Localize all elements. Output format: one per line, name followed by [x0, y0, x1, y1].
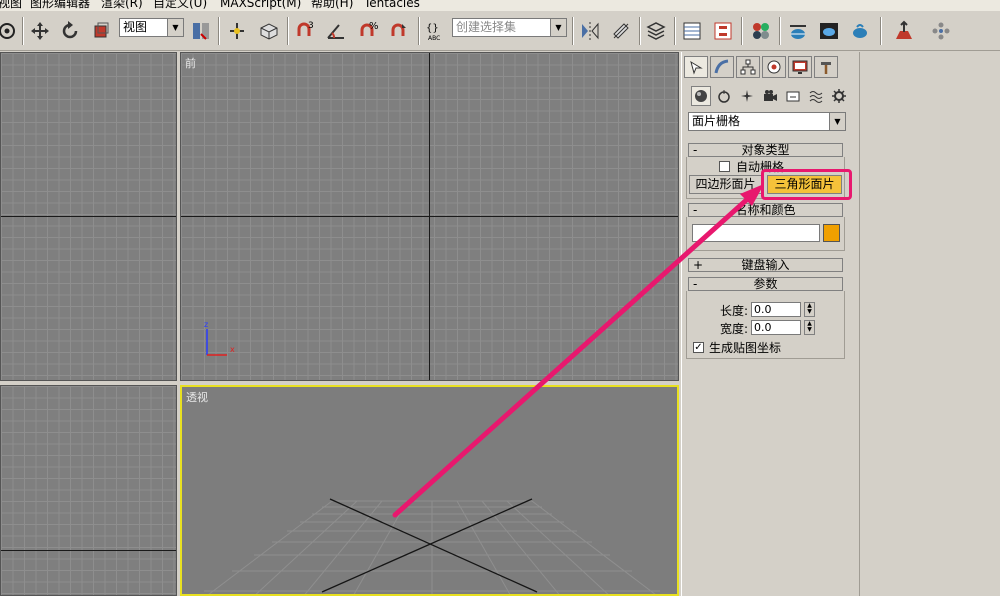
chevron-down-icon: ▼: [829, 113, 845, 130]
svg-text:x: x: [230, 345, 235, 354]
gen-mapping-checkbox[interactable]: ✓: [693, 342, 704, 353]
create-arrow-icon: [690, 60, 703, 75]
svg-text:z: z: [204, 320, 208, 329]
pivot-center-icon[interactable]: [188, 17, 214, 45]
shapes-category[interactable]: [714, 86, 734, 106]
rotate-icon[interactable]: [57, 17, 83, 45]
space-warps-category[interactable]: [806, 86, 826, 106]
menu-view[interactable]: 视图: [0, 0, 22, 10]
menu-maxscript[interactable]: MAXScript(M): [220, 0, 301, 10]
keyboard-entry-rollout-header[interactable]: + 键盘输入: [688, 258, 843, 272]
shapes-icon: [718, 90, 730, 103]
tab-motion[interactable]: [762, 56, 786, 78]
rendered-frame-window-icon[interactable]: [816, 17, 842, 45]
scale-icon[interactable]: [88, 17, 114, 45]
menu-graph-editors[interactable]: 图形编辑器: [30, 0, 90, 10]
length-spinner-field[interactable]: 0.0: [751, 302, 801, 317]
motion-icon: [767, 60, 781, 74]
material-editor-icon[interactable]: [748, 17, 774, 45]
width-spinner-arrows[interactable]: ▲ ▼: [804, 320, 815, 335]
viewport-perspective[interactable]: 透视: [180, 385, 679, 596]
category-dropdown[interactable]: 面片栅格 ▼: [688, 112, 846, 131]
angle-snap-icon[interactable]: [323, 17, 349, 45]
spinner-snap-icon[interactable]: [386, 17, 412, 45]
length-label: 长度:: [720, 304, 749, 318]
camera-icon: [764, 90, 777, 101]
helpers-category[interactable]: [783, 86, 803, 106]
lights-category[interactable]: [737, 86, 757, 106]
width-spinner-field[interactable]: 0.0: [751, 320, 801, 335]
tab-modify[interactable]: [710, 56, 734, 78]
edit-named-selection-icon[interactable]: {} ABC: [422, 17, 448, 45]
helper-icon: [786, 91, 800, 102]
tab-create[interactable]: [684, 56, 708, 78]
object-name-input[interactable]: [692, 224, 820, 242]
viewport-front-label[interactable]: 前: [185, 55, 196, 71]
gear-icon: [832, 89, 846, 103]
perspective-grid: [204, 498, 660, 594]
viewport-left[interactable]: [0, 385, 177, 596]
viewport-front[interactable]: 前 z x: [180, 52, 679, 381]
select-object-icon[interactable]: [0, 17, 20, 45]
systems-category[interactable]: [829, 86, 849, 106]
geometry-category[interactable]: [691, 86, 711, 106]
particle-view-icon[interactable]: [928, 17, 954, 45]
reference-coord-dropdown[interactable]: 视图 ▼: [119, 18, 184, 37]
chevron-down-icon: ▼: [167, 19, 183, 36]
chevron-down-icon: ▼: [550, 19, 566, 36]
width-label: 宽度:: [720, 322, 749, 336]
light-icon: [741, 90, 753, 102]
snap-toggle-icon[interactable]: 3: [292, 17, 318, 45]
svg-text:ABC: ABC: [428, 35, 440, 42]
tab-utilities[interactable]: [814, 56, 838, 78]
schematic-view-icon[interactable]: [710, 17, 736, 45]
menu-tentacles[interactable]: Tentacles: [364, 0, 420, 10]
layer-manager-icon[interactable]: [643, 17, 669, 45]
svg-text:3: 3: [308, 21, 314, 31]
quad-patch-button[interactable]: 四边形面片: [689, 175, 762, 194]
manipulate-icon[interactable]: [224, 17, 250, 45]
axis-tripod: z x: [204, 320, 235, 356]
curve-editor-icon[interactable]: [679, 17, 705, 45]
svg-text:%: %: [369, 21, 379, 32]
object-color-swatch[interactable]: [823, 224, 840, 242]
render-production-icon[interactable]: [847, 17, 873, 45]
menu-customize[interactable]: 自定义(U): [153, 0, 207, 10]
auto-grid-checkbox[interactable]: [719, 161, 730, 172]
render-setup-icon[interactable]: [785, 17, 811, 45]
highlight-box: [761, 169, 852, 200]
space-warp-icon: [809, 91, 823, 103]
mirror-icon[interactable]: [577, 17, 603, 45]
viewport-top[interactable]: [0, 52, 177, 381]
percent-snap-icon[interactable]: %: [355, 17, 381, 45]
tab-display[interactable]: [788, 56, 812, 78]
right-empty-pane: [859, 52, 1000, 596]
align-icon[interactable]: [608, 17, 634, 45]
tab-hierarchy[interactable]: [736, 56, 760, 78]
name-color-rollout-header[interactable]: - 名称和颜色: [688, 203, 843, 217]
open-explorer-icon[interactable]: [891, 17, 917, 45]
cameras-category[interactable]: [760, 86, 780, 106]
modify-arc-icon: [714, 59, 729, 74]
display-monitor-icon: [792, 60, 808, 74]
length-spinner-arrows[interactable]: ▲ ▼: [804, 302, 815, 317]
keyboard-shortcut-icon[interactable]: [256, 17, 282, 45]
menu-bar: 视图 图形编辑器 渲染(R) 自定义(U) MAXScript(M) 帮助(H)…: [0, 0, 1000, 11]
hierarchy-icon: [740, 59, 756, 75]
menu-rendering[interactable]: 渲染(R): [101, 0, 143, 10]
menu-help[interactable]: 帮助(H): [311, 0, 353, 10]
gen-mapping-label: 生成贴图坐标: [709, 341, 782, 355]
hammer-icon: [821, 62, 831, 74]
object-type-rollout-header[interactable]: - 对象类型: [688, 143, 843, 157]
named-selection-set-dropdown[interactable]: 创建选择集 ▼: [452, 18, 567, 37]
main-toolbar: 视图 ▼ 3 % {} ABC 创建选择集 ▼: [0, 11, 1000, 51]
svg-text:{}: {}: [426, 23, 439, 34]
move-icon[interactable]: [27, 17, 53, 45]
parameters-rollout-header[interactable]: - 参数: [688, 277, 843, 291]
sphere-icon: [695, 90, 707, 102]
